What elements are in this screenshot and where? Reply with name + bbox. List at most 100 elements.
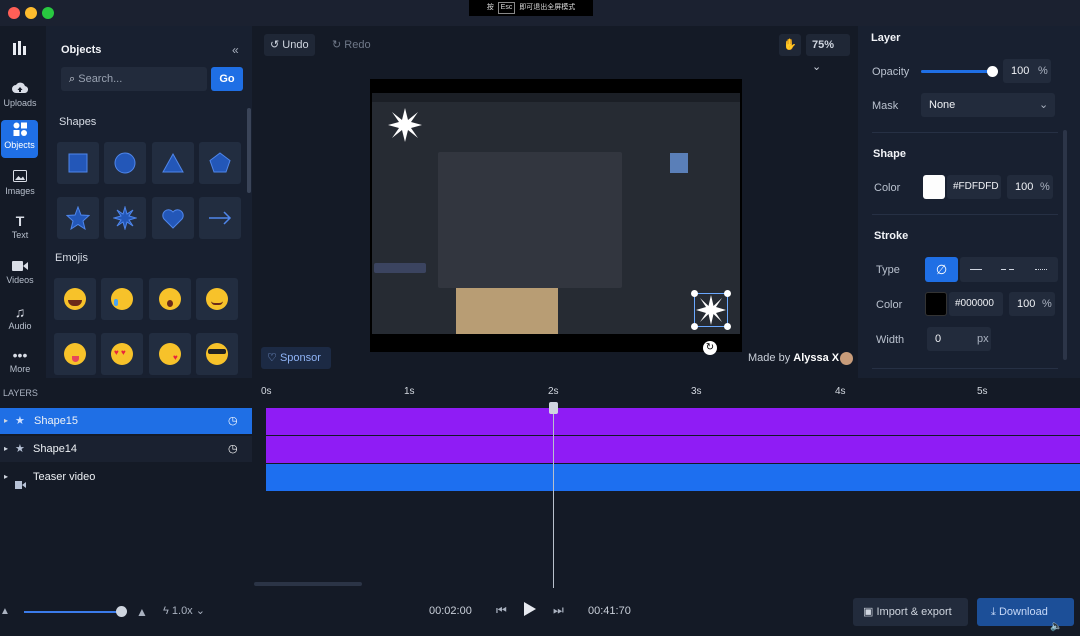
layer-row-shape15[interactable]: ▸ ★ Shape15 ◷ (0, 408, 252, 434)
rail-videos[interactable]: Videos (2, 255, 38, 291)
zoom-in-icon[interactable]: ▲ (136, 605, 148, 619)
stroke-color-swatch[interactable] (925, 292, 947, 316)
minimize-window-button[interactable] (25, 7, 37, 19)
rail-more[interactable]: ••• More (2, 344, 38, 380)
made-by-credit[interactable]: Made by Alyssa X (748, 352, 853, 365)
timeline-zoom-knob[interactable] (116, 606, 127, 617)
rail-uploads[interactable]: Uploads (2, 78, 38, 114)
shape-pentagon-tile[interactable] (199, 142, 241, 184)
shape-color-swatch[interactable] (923, 175, 945, 199)
stroke-width-input[interactable]: 0 px (927, 327, 991, 351)
sunglasses-emoji-icon (206, 343, 228, 365)
clock-icon[interactable]: ◷ (228, 436, 238, 462)
timeline-scrollbar[interactable] (254, 582, 362, 586)
burst-shape-element[interactable] (387, 107, 423, 146)
skip-back-icon[interactable]: ⏮ (496, 603, 507, 618)
expand-arrow-icon[interactable]: ▸ (4, 408, 8, 434)
resize-handle[interactable] (724, 290, 731, 297)
shape-arrow-tile[interactable] (199, 197, 241, 239)
resize-handle[interactable] (691, 290, 698, 297)
shape-alpha-unit: % (1040, 181, 1050, 193)
heart-eyes-emoji-icon: ♥ ♥ (111, 343, 133, 365)
shape-color-hex-input[interactable]: #FDFDFD (947, 175, 1001, 199)
expand-arrow-icon[interactable]: ▸ (4, 464, 8, 490)
zoom-select[interactable]: 75% ⌄ (806, 34, 850, 73)
clock-icon[interactable]: ◷ (228, 408, 238, 434)
collapse-panel-icon[interactable]: « (232, 43, 239, 57)
rail-objects[interactable]: Objects (1, 120, 38, 158)
speed-select[interactable]: ϟ 1.0x ⌄ (163, 604, 205, 617)
import-export-button[interactable]: ▣ Import & export (853, 598, 968, 626)
layer-name: Shape14 (33, 443, 78, 455)
stroke-solid-button[interactable] (970, 269, 982, 270)
playhead-handle[interactable] (549, 402, 558, 414)
play-icon[interactable] (523, 601, 537, 620)
selected-burst-shape[interactable] (691, 290, 731, 330)
resize-handle[interactable] (724, 323, 731, 330)
objects-icon (1, 122, 38, 140)
emoji-surprised-tile[interactable] (149, 278, 191, 320)
pan-tool-button[interactable]: ✋ (779, 34, 801, 56)
download-label: Download (998, 606, 1048, 618)
emoji-heart-eyes-tile[interactable]: ♥ ♥ (101, 333, 143, 375)
shape-alpha-input[interactable]: 100 % (1007, 175, 1053, 199)
timeline-zoom-slider[interactable] (24, 611, 122, 613)
import-export-label: Import & export (876, 606, 952, 618)
opacity-slider[interactable] (921, 66, 998, 77)
composition-canvas[interactable]: ↻ (370, 79, 742, 355)
rail-text[interactable]: T Text (2, 210, 38, 246)
emoji-winking-tongue-tile[interactable] (54, 333, 96, 375)
opacity-value: 100 (1011, 65, 1030, 77)
shape-square-tile[interactable] (57, 142, 99, 184)
stroke-alpha-input[interactable]: 100 % (1009, 292, 1055, 316)
opacity-slider-knob[interactable] (987, 66, 998, 77)
current-time: 00:02:00 (429, 605, 472, 617)
emoji-crying-tile[interactable] (101, 278, 143, 320)
redo-button[interactable]: ↻ Redo (326, 34, 377, 56)
timeline[interactable]: 0s 1s 2s 3s 4s 5s (252, 378, 1080, 588)
stroke-color-hex-input[interactable]: #000000 (949, 292, 1003, 316)
laughing-tears-emoji-icon (64, 288, 86, 310)
rail-images[interactable]: Images (2, 166, 38, 202)
resize-handle[interactable] (691, 323, 698, 330)
shape-star-tile[interactable] (57, 197, 99, 239)
star-icon (66, 206, 90, 230)
burst-icon (113, 206, 137, 230)
emoji-kissing-tile[interactable]: ♥ (149, 333, 191, 375)
mask-select[interactable]: None ⌄ (921, 93, 1055, 117)
shape-circle-tile[interactable] (104, 142, 146, 184)
timeline-track-shape14[interactable] (266, 436, 1080, 463)
stroke-dotted-button[interactable] (1035, 269, 1047, 270)
fullscreen-window-button[interactable] (42, 7, 54, 19)
author-name: Alyssa X (793, 352, 840, 364)
search-go-button[interactable]: Go (211, 67, 243, 91)
skip-forward-icon[interactable]: ⏭ (553, 603, 564, 618)
shape-heart-tile[interactable] (152, 197, 194, 239)
expand-arrow-icon[interactable]: ▸ (4, 436, 8, 462)
timeline-track-shape15[interactable] (266, 408, 1080, 435)
volume-icon[interactable]: 🔈 (1050, 621, 1062, 632)
sponsor-button[interactable]: ♡ Sponsor (261, 347, 331, 369)
properties-scrollbar[interactable] (1063, 130, 1067, 360)
layer-row-shape14[interactable]: ▸ ★ Shape14 ◷ (0, 436, 252, 462)
zoom-out-icon[interactable]: ▲ (0, 606, 10, 617)
layer-row-teaser-video[interactable]: ▸ Teaser video (0, 464, 252, 490)
teaser-video-frame[interactable] (372, 93, 740, 334)
emoji-laughing-tears-tile[interactable] (54, 278, 96, 320)
mask-label: Mask (872, 100, 899, 112)
close-window-button[interactable] (8, 7, 20, 19)
stroke-none-button[interactable]: ∅ (925, 257, 958, 282)
timeline-track-teaser-video[interactable] (266, 464, 1080, 491)
shape-triangle-tile[interactable] (152, 142, 194, 184)
stroke-dashed-button[interactable] (1001, 269, 1006, 270)
rotate-handle-icon[interactable]: ↻ (703, 341, 717, 355)
undo-button[interactable]: ↺ Undo (264, 34, 315, 56)
emoji-smiling-tile[interactable] (196, 278, 238, 320)
search-input[interactable]: ⌕ Search... (61, 67, 207, 91)
rail-audio[interactable]: ♫ Audio (2, 301, 38, 337)
timeline-tick: 4s (835, 386, 846, 397)
panel-scrollbar[interactable] (247, 108, 251, 193)
opacity-input[interactable]: 100 % (1003, 59, 1051, 83)
shape-burst-tile[interactable] (104, 197, 146, 239)
emoji-sunglasses-tile[interactable] (196, 333, 238, 375)
